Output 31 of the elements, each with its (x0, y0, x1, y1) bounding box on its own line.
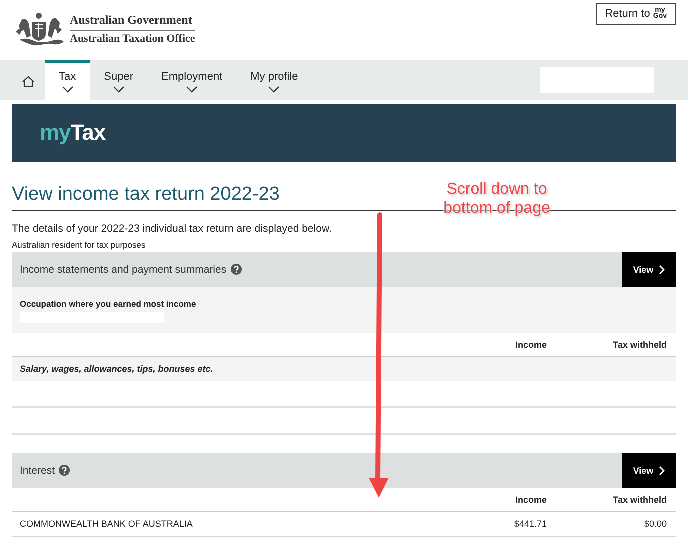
column-header: Tax withheld (612, 494, 667, 504)
occupation-label: Occupation where you earned most income (20, 299, 198, 309)
view-button[interactable]: View (622, 252, 676, 287)
nav-tab[interactable]: My profile (236, 60, 312, 100)
chevron-right-icon (658, 264, 665, 274)
chevron-right-icon (658, 466, 665, 476)
chevron-down-icon (62, 86, 74, 92)
column-header: Income (514, 494, 547, 504)
column-header: Tax withheld (612, 340, 667, 350)
column-header: Income (514, 340, 547, 350)
help-icon[interactable] (230, 264, 242, 275)
chevron-down-icon (186, 86, 198, 92)
section-title: Interest (20, 464, 56, 476)
home-icon (22, 76, 35, 88)
table-cell-text: COMMONWEALTH BANK OF AUSTRALIA (20, 519, 194, 529)
nav-tab[interactable]: Tax (45, 60, 90, 100)
brand-logo: myTax (40, 120, 106, 146)
agency-name: Australian Taxation Office (70, 32, 196, 45)
agency-name: Australian Government (70, 13, 196, 31)
chevron-down-icon (112, 86, 125, 92)
category-label: Salary, wages, allowances, tips, bonuses etc. (20, 364, 214, 374)
intro-text: The details of your 2022-23 individual tax return are displayed below. (12, 223, 333, 235)
chevron-down-icon (268, 86, 280, 92)
table-cell-text: $441.71 (513, 519, 547, 529)
residency-text: Australian resident for tax purposes (12, 240, 147, 250)
nav-tab[interactable]: Employment (147, 60, 237, 100)
view-button[interactable]: View (622, 453, 676, 488)
nav-tab[interactable]: Super (90, 60, 148, 100)
section-title: Income statements and payment summaries (20, 264, 227, 276)
table-cell-text: $0.00 (643, 519, 667, 529)
help-icon[interactable] (59, 465, 70, 476)
